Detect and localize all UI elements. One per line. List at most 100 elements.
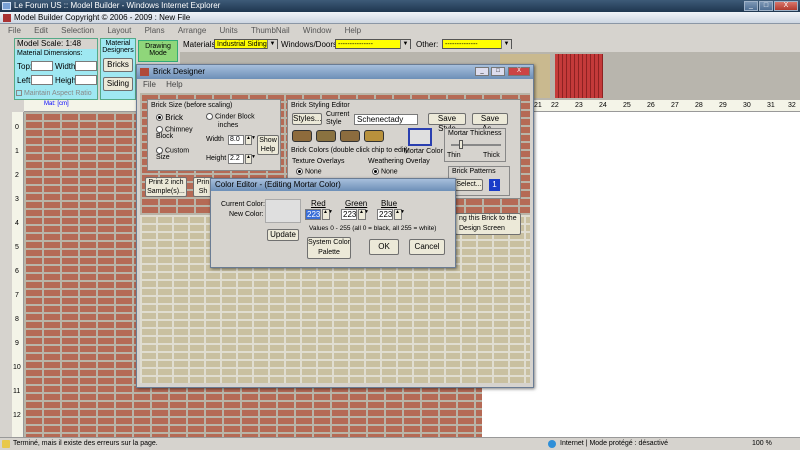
height-field[interactable] [75,75,97,85]
brick-color-swatch-3[interactable] [340,130,360,142]
drawing-mode-button[interactable]: Drawing Mode [138,40,178,62]
menu-help[interactable]: Help [166,80,182,89]
red-spinner[interactable]: ▲▼ [322,209,333,220]
mortar-color-chip[interactable] [408,128,432,146]
weathering-none-label: None [380,168,398,176]
blue-spinner[interactable]: ▲▼ [394,209,405,220]
blue-input[interactable]: 223 [377,209,393,220]
menu-window[interactable]: Window [303,26,331,35]
radio-cinder-label: Cinder Block [214,113,255,121]
green-spinner[interactable]: ▲▼ [358,209,369,220]
window-title: Le Forum US :: Model Builder - Windows I… [14,1,221,10]
chevron-down-icon: ▼ [501,40,511,49]
close-button[interactable]: X [774,1,798,11]
cancel-button[interactable]: Cancel [409,239,445,255]
color-preview [265,199,301,223]
slider-handle[interactable] [459,140,463,149]
radio-custom[interactable]: Custom Size [156,147,200,161]
menu-plans[interactable]: Plans [145,26,165,35]
select-pattern-button[interactable]: Select... [455,179,483,191]
texture-overlays-label: Texture Overlays [292,158,345,165]
red-label: Red [311,199,326,208]
menu-file[interactable]: File [143,80,156,89]
thick-label: Thick [483,152,500,159]
warning-icon[interactable] [2,440,10,448]
ruler-tick: 27 [671,102,679,109]
menu-edit[interactable]: Edit [34,26,48,35]
ruler-tick: 28 [695,102,703,109]
green-input[interactable]: 223 [341,209,357,220]
new-color-label: New Color: [229,211,264,218]
aspect-ratio-row[interactable]: Maintain Aspect Ratio [16,90,100,100]
other-select[interactable]: -------------- ▼ [442,39,512,49]
menu-thumbnail[interactable]: ThumbNail [251,26,290,35]
update-button[interactable]: Update [267,229,299,241]
close-button[interactable]: X [508,67,530,76]
menu-selection[interactable]: Selection [61,26,94,35]
width-spinner[interactable]: ▲▼ [245,135,256,145]
brick-color-swatch-1[interactable] [292,130,312,142]
menu-arrange[interactable]: Arrange [178,26,206,35]
browser-tab[interactable]: Model Builder Copyright © 2006 - 2009 : … [0,12,800,24]
aspect-ratio-label: Maintain Aspect Ratio [23,90,92,97]
menu-units[interactable]: Units [220,26,238,35]
styles-button[interactable]: Styles... [292,113,322,125]
texture-none-label: None [304,168,322,176]
green-label: Green [345,199,368,208]
windows-doors-label: Windows/Doors: [281,40,340,49]
show-help-button[interactable]: Show Help [257,135,279,155]
system-palette-button[interactable]: System Color Palette [307,237,351,259]
minimize-button[interactable]: _ [744,1,758,11]
ie-icon [2,2,11,10]
width-input[interactable]: 8.0 [228,135,244,145]
materials-select[interactable]: Industrial Siding ▼ [214,39,278,49]
chevron-down-icon: ▼ [400,40,410,49]
inches-label: inches [218,122,239,129]
vertical-ruler: 0 1 2 3 4 5 6 7 8 9 10 11 12 [12,112,24,437]
status-bar: Terminé, mais il existe des erreurs sur … [0,437,800,450]
page-icon [3,14,11,22]
width-label: Width [206,136,224,143]
ruler-tick: 11 [13,388,21,395]
brick-styling-label: Brick Styling Editor [291,102,350,109]
brick-color-swatch-2[interactable] [316,130,336,142]
maximize-button[interactable]: □ [759,1,773,11]
height-spinner[interactable]: ▲▼ [245,154,256,164]
brick-color-swatch-4[interactable] [364,130,384,142]
brick-designer-title-bar: Brick Designer _ □ X [137,65,533,79]
siding-button[interactable]: Siding [103,77,133,91]
blue-label: Blue [381,199,398,208]
save-style-button[interactable]: Save Style [428,113,466,133]
ruler-tick: 31 [767,102,775,109]
menu-bar: File Edit Selection Layout Plans Arrange… [0,25,800,37]
top-field[interactable] [31,61,53,71]
zoom-level[interactable]: 100 % [752,438,772,450]
save-as-button[interactable]: Save As... [472,113,508,133]
menu-file[interactable]: File [8,26,21,35]
current-style-input[interactable]: Schenectady [354,114,418,125]
radio-brick[interactable]: Brick [156,113,183,122]
radio-chimney[interactable]: Chimney Block [156,126,200,140]
use-brick-button[interactable]: ng this Brick to the Design Screen [455,213,521,235]
bricks-button[interactable]: Bricks [103,58,133,72]
ruler-tick: 25 [623,102,631,109]
maximize-button[interactable]: □ [491,67,505,76]
siding-thumbnail[interactable] [555,54,603,98]
radio-cinder[interactable]: Cinder Block [206,113,260,120]
windows-doors-select[interactable]: --------------- ▼ [335,39,411,49]
height-input[interactable]: 2.2 [228,154,244,164]
minimize-button[interactable]: _ [475,67,489,76]
red-input[interactable]: 223 [305,209,321,220]
weathering-none-radio[interactable]: None [372,168,398,175]
ok-button[interactable]: OK [369,239,399,255]
menu-layout[interactable]: Layout [107,26,131,35]
ruler-tick: 23 [575,102,583,109]
texture-none-radio[interactable]: None [296,168,322,175]
other-label: Other: [416,40,439,49]
value-hint: Values 0 - 255 (all 0 = black, all 255 =… [309,225,437,232]
left-field[interactable] [31,75,53,85]
mortar-color-label: Mortar Color [404,148,443,155]
width-field[interactable] [75,61,97,71]
print-sample-button[interactable]: Print 2 inch Sample(s)... [145,177,187,197]
menu-help[interactable]: Help [345,26,361,35]
